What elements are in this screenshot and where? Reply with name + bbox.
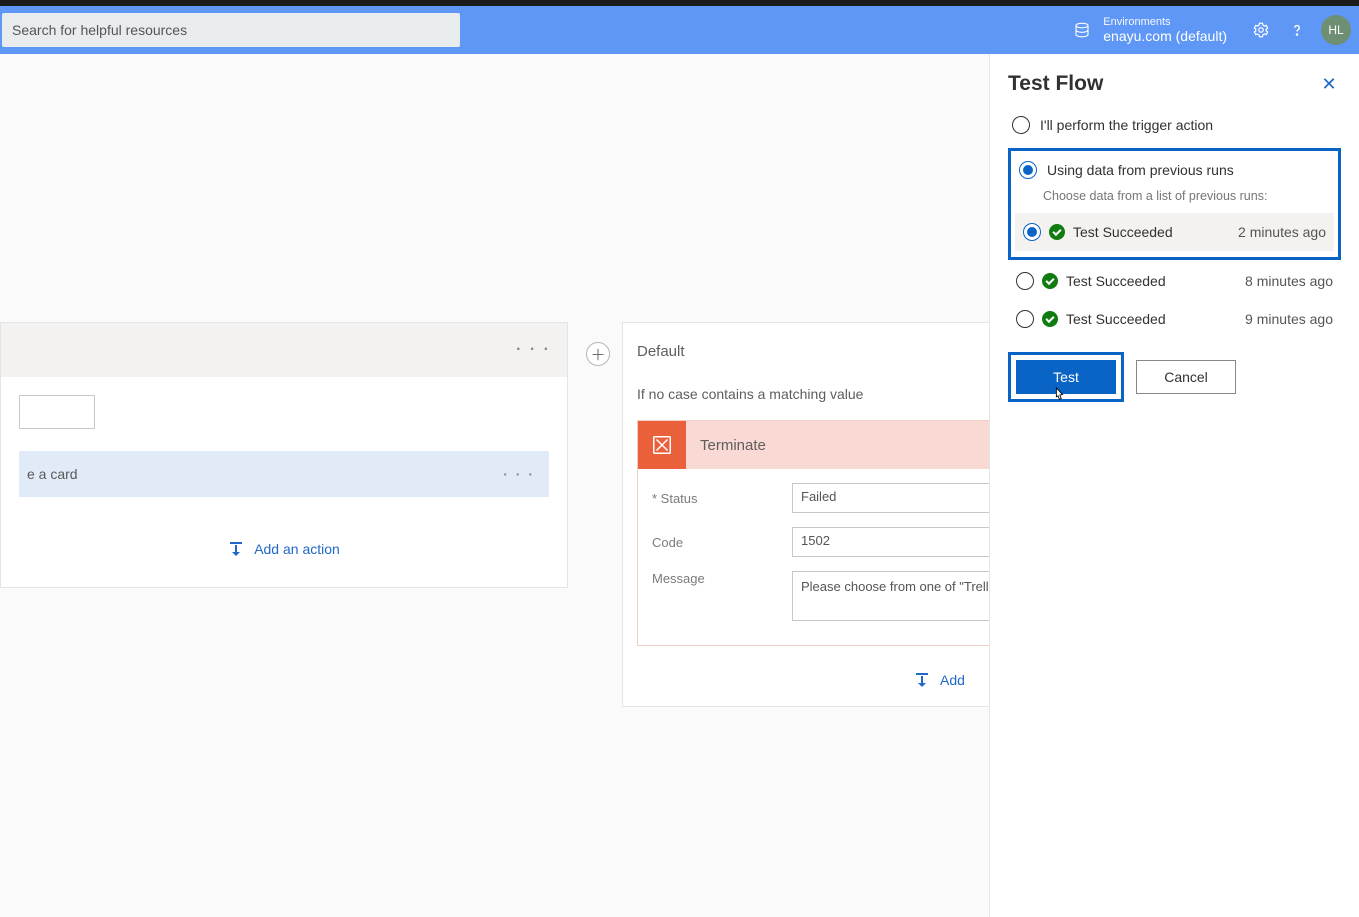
option-previous-label: Using data from previous runs bbox=[1047, 162, 1234, 178]
run-status: Test Succeeded bbox=[1066, 273, 1166, 289]
insert-step-icon bbox=[228, 541, 244, 557]
run-status: Test Succeeded bbox=[1066, 311, 1166, 327]
environments-label: Environments bbox=[1103, 16, 1227, 29]
environment-name: enayu.com (default) bbox=[1103, 28, 1227, 44]
cancel-button[interactable]: Cancel bbox=[1136, 360, 1236, 394]
top-bar: Environments enayu.com (default) HL bbox=[0, 6, 1359, 54]
close-panel-button[interactable]: ✕ bbox=[1317, 72, 1341, 96]
default-add-action-label: Add bbox=[940, 672, 965, 688]
terminate-title: Terminate bbox=[700, 437, 766, 454]
run-item[interactable]: Test Succeeded 8 minutes ago bbox=[1008, 262, 1341, 300]
run-time: 8 minutes ago bbox=[1245, 273, 1333, 289]
success-icon bbox=[1042, 311, 1058, 327]
help-button[interactable] bbox=[1279, 12, 1315, 48]
cursor-pointer-icon bbox=[1052, 386, 1066, 404]
status-label: * Status bbox=[652, 491, 792, 506]
option-manual-trigger[interactable]: I'll perform the trigger action bbox=[1008, 112, 1341, 142]
close-icon: ✕ bbox=[1321, 74, 1336, 95]
terminate-icon bbox=[651, 434, 673, 456]
run-item[interactable]: Test Succeeded 9 minutes ago bbox=[1008, 300, 1341, 338]
action-row[interactable]: e a card · · · bbox=[19, 451, 549, 497]
radio-icon bbox=[1016, 272, 1034, 290]
environment-selector[interactable]: Environments enayu.com (default) bbox=[1073, 16, 1227, 45]
radio-icon bbox=[1016, 310, 1034, 328]
case-more-button[interactable]: · · · bbox=[516, 341, 551, 359]
settings-button[interactable] bbox=[1243, 12, 1279, 48]
run-item[interactable]: Test Succeeded 2 minutes ago bbox=[1015, 213, 1334, 251]
code-label: Code bbox=[652, 535, 792, 550]
highlight-box-option: Using data from previous runs Choose dat… bbox=[1008, 148, 1341, 260]
run-status: Test Succeeded bbox=[1073, 224, 1173, 240]
test-button-label: Test bbox=[1053, 369, 1079, 385]
panel-title: Test Flow bbox=[1008, 72, 1103, 96]
radio-icon bbox=[1012, 116, 1030, 134]
message-label: Message bbox=[652, 571, 792, 586]
success-icon bbox=[1049, 224, 1065, 240]
run-time: 9 minutes ago bbox=[1245, 311, 1333, 327]
option-previous-subtext: Choose data from a list of previous runs… bbox=[1043, 189, 1334, 203]
case-card: · · · e a card · · · Add an action bbox=[0, 322, 568, 588]
environments-icon bbox=[1073, 21, 1091, 39]
add-action-button[interactable]: Add an action bbox=[19, 497, 549, 563]
insert-step-icon bbox=[914, 672, 930, 688]
run-time: 2 minutes ago bbox=[1238, 224, 1326, 240]
test-button[interactable]: Test bbox=[1016, 360, 1116, 394]
option-manual-label: I'll perform the trigger action bbox=[1040, 117, 1213, 133]
cancel-button-label: Cancel bbox=[1164, 369, 1208, 385]
radio-icon bbox=[1019, 161, 1037, 179]
test-flow-panel: Test Flow ✕ I'll perform the trigger act… bbox=[989, 54, 1359, 917]
highlight-box-test-button: Test bbox=[1008, 352, 1124, 402]
radio-icon bbox=[1023, 223, 1041, 241]
option-previous-runs[interactable]: Using data from previous runs bbox=[1015, 157, 1334, 187]
success-icon bbox=[1042, 273, 1058, 289]
gear-icon bbox=[1252, 21, 1270, 39]
plus-icon: ＋ bbox=[590, 344, 605, 365]
action-row-more[interactable]: · · · bbox=[503, 466, 535, 482]
add-action-label: Add an action bbox=[254, 541, 340, 557]
case-value-input[interactable] bbox=[19, 395, 95, 429]
action-row-label: e a card bbox=[27, 466, 78, 482]
search-input[interactable] bbox=[2, 13, 460, 47]
add-case-button[interactable]: ＋ bbox=[586, 342, 610, 366]
help-icon bbox=[1288, 21, 1306, 39]
avatar[interactable]: HL bbox=[1321, 15, 1351, 45]
